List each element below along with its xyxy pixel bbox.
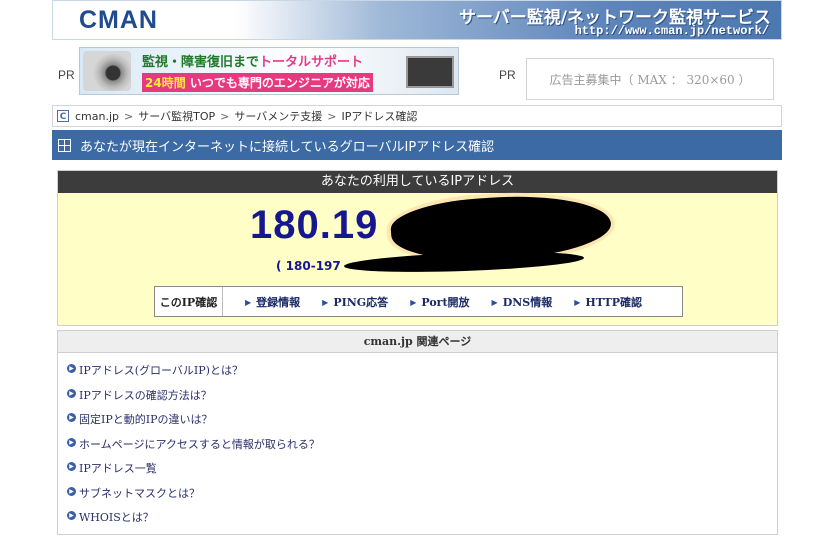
related-pages-heading: cman.jp 関連ページ xyxy=(58,331,777,353)
bullet-arrow-icon: ▶ xyxy=(67,486,76,496)
breadcrumb-item-current: IPアドレス確認 xyxy=(341,110,418,123)
ip-check-label: このIP確認 xyxy=(155,287,223,316)
link-http[interactable]: ▶ HTTP確認 xyxy=(574,294,642,310)
page-title: あなたが現在インターネットに接続しているグローバルIPアドレス確認 xyxy=(80,139,495,155)
link-ping[interactable]: ▶ PING応答 xyxy=(322,294,388,310)
ad-placeholder[interactable]: 広告主募集中（ MAX ： 320×60 ） xyxy=(526,58,774,100)
breadcrumb-item-maintenance[interactable]: サーバメンテ支援 xyxy=(234,108,322,124)
breadcrumb-separator: > xyxy=(124,109,134,123)
bullet-arrow-icon: ▶ xyxy=(67,388,76,398)
ip-panel-heading: あなたの利用しているIPアドレス xyxy=(58,171,777,193)
breadcrumb-separator: > xyxy=(327,109,337,123)
cman-icon: C xyxy=(57,110,69,122)
triangle-bullet-icon: ▶ xyxy=(574,296,581,307)
ip-hostname-value: ( 180-197 xyxy=(276,259,341,273)
breadcrumb: C cman.jp > サーバ監視TOP > サーバメンテ支援 > IPアドレス… xyxy=(52,105,782,127)
camera-icon xyxy=(83,51,131,91)
link-port[interactable]: ▶ Port開放 xyxy=(410,294,469,310)
triangle-bullet-icon: ▶ xyxy=(491,296,498,307)
banner-line2: 24時間 いつでも専門のエンジニアが対応 xyxy=(142,73,373,92)
related-pages-panel: cman.jp 関連ページ ▶ IPアドレス(グローバルIP)とは？ ▶ IPアドレ… xyxy=(57,330,778,535)
ip-address-value: 180.19 xyxy=(250,203,379,247)
ad-row: PR 監視・障害復旧までトータルサポート 24時間 いつでも専門のエンジニアが対… xyxy=(52,40,782,100)
banner-line1: 監視・障害復旧までトータルサポート xyxy=(142,55,364,70)
breadcrumb-item-monitor-top[interactable]: サーバ監視TOP xyxy=(138,108,215,124)
link-dns[interactable]: ▶ DNS情報 xyxy=(492,294,553,310)
related-pages-list: ▶ IPアドレス(グローバルIP)とは？ ▶ IPアドレスの確認方法は？ ▶ 固定IP… xyxy=(67,362,320,534)
bullet-arrow-icon: ▶ xyxy=(67,413,76,422)
bullet-arrow-icon: ▶ xyxy=(67,364,76,373)
ad-banner[interactable]: 監視・障害復旧までトータルサポート 24時間 いつでも専門のエンジニアが対応 xyxy=(79,47,459,95)
triangle-bullet-icon: ▶ xyxy=(410,296,417,307)
bullet-arrow-icon: ▶ xyxy=(67,437,76,447)
bullet-arrow-icon: ▶ xyxy=(67,511,76,520)
list-item[interactable]: ▶ IPアドレス(グローバルIP)とは？ xyxy=(67,362,320,387)
breadcrumb-item-home[interactable]: cman.jp xyxy=(75,110,119,123)
list-item[interactable]: ▶ ホームページにアクセスすると情報が取られる？ xyxy=(67,436,320,461)
triangle-bullet-icon: ▶ xyxy=(245,296,252,307)
list-item[interactable]: ▶ IPアドレスの確認方法は？ xyxy=(67,387,320,412)
bullet-arrow-icon: ▶ xyxy=(67,462,76,471)
monitor-icon xyxy=(406,56,454,88)
list-item[interactable]: ▶ IPアドレス一覧 xyxy=(67,460,320,485)
pr-label-left: PR xyxy=(58,68,75,82)
list-item[interactable]: ▶ サブネットマスクとは？ xyxy=(67,485,320,510)
redaction-mark xyxy=(343,248,585,276)
site-header: CMAN サーバー監視/ネットワーク監視サービス http://www.cman… xyxy=(52,0,782,40)
list-item[interactable]: ▶ WHOISとは？ xyxy=(67,509,320,534)
pr-label-right: PR xyxy=(499,68,516,82)
ip-check-nav: このIP確認 ▶ 登録情報 ▶ PING応答 ▶ Port開放 ▶ DNS情報 ▶ HTT… xyxy=(154,286,683,317)
ip-panel: あなたの利用しているIPアドレス 180.19 ( 180-197 このIP確認… xyxy=(57,170,778,326)
link-whois[interactable]: ▶ 登録情報 xyxy=(245,294,300,310)
triangle-bullet-icon: ▶ xyxy=(322,296,329,307)
grid-icon xyxy=(58,138,71,152)
site-logo[interactable]: CMAN xyxy=(79,6,158,35)
list-item[interactable]: ▶ 固定IPと動的IPの違いは？ xyxy=(67,411,320,436)
header-url: http://www.cman.jp/network/ xyxy=(574,24,769,38)
page-title-bar: あなたが現在インターネットに接続しているグローバルIPアドレス確認 xyxy=(52,130,782,160)
breadcrumb-separator: > xyxy=(220,109,230,123)
